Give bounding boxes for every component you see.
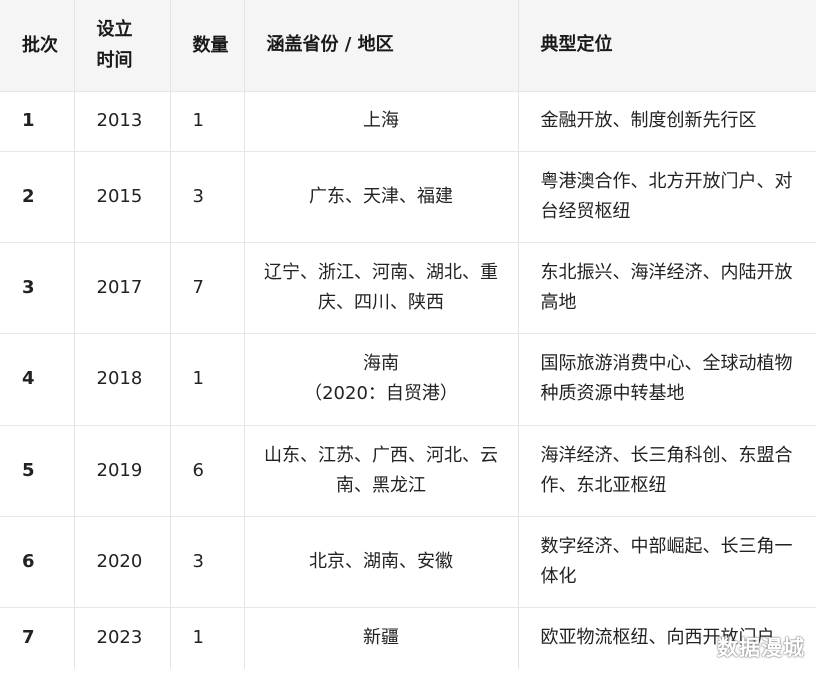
watermark-text: 数据漫城 [717, 636, 805, 660]
cell-count: 1 [170, 607, 245, 669]
cell-positioning: 东北振兴、海洋经济、内陆开放高地 [518, 242, 816, 334]
cell-year: 2013 [74, 91, 171, 152]
cell-provinces: 山东、江苏、广西、河北、云南、黑龙江 [244, 425, 519, 517]
table-row: 7 2023 1 新疆 欧亚物流枢纽、向西开放门户 [0, 607, 816, 669]
cell-year: 2017 [74, 242, 171, 334]
cell-batch: 2 [0, 151, 75, 243]
cell-year: 2015 [74, 151, 171, 243]
cell-count: 1 [170, 333, 245, 426]
table-header-row: 批次 设立时间 数量 涵盖省份 / 地区 典型定位 [0, 0, 816, 92]
cell-positioning: 海洋经济、长三角科创、东盟合作、东北亚枢纽 [518, 425, 816, 517]
cell-count: 1 [170, 91, 245, 152]
header-provinces: 涵盖省份 / 地区 [244, 0, 519, 92]
cell-positioning: 粤港澳合作、北方开放门户、对台经贸枢纽 [518, 151, 816, 243]
cell-year: 2020 [74, 516, 171, 608]
cell-batch: 3 [0, 242, 75, 334]
cell-year: 2019 [74, 425, 171, 517]
header-time: 设立时间 [74, 0, 171, 92]
cell-count: 7 [170, 242, 245, 334]
cell-provinces: 北京、湖南、安徽 [244, 516, 519, 608]
free-trade-zone-table: 批次 设立时间 数量 涵盖省份 / 地区 典型定位 1 2013 1 上海 金融… [0, 0, 816, 669]
header-count: 数量 [170, 0, 245, 92]
cell-provinces: 广东、天津、福建 [244, 151, 519, 243]
cell-provinces: 新疆 [244, 607, 519, 669]
cell-positioning: 金融开放、制度创新先行区 [518, 91, 816, 152]
cell-year: 2023 [74, 607, 171, 669]
header-positioning: 典型定位 [518, 0, 816, 92]
cell-count: 6 [170, 425, 245, 517]
header-batch: 批次 [0, 0, 75, 92]
table-row: 2 2015 3 广东、天津、福建 粤港澳合作、北方开放门户、对台经贸枢纽 [0, 151, 816, 243]
cell-batch: 1 [0, 91, 75, 152]
table-row: 6 2020 3 北京、湖南、安徽 数字经济、中部崛起、长三角一体化 [0, 516, 816, 608]
table-row: 1 2013 1 上海 金融开放、制度创新先行区 [0, 91, 816, 152]
table-row: 3 2017 7 辽宁、浙江、河南、湖北、重庆、四川、陕西 东北振兴、海洋经济、… [0, 242, 816, 334]
cell-provinces: 辽宁、浙江、河南、湖北、重庆、四川、陕西 [244, 242, 519, 334]
cell-positioning: 数字经济、中部崛起、长三角一体化 [518, 516, 816, 608]
cell-positioning: 国际旅游消费中心、全球动植物种质资源中转基地 [518, 333, 816, 426]
province-name: 海南 [363, 353, 399, 374]
cell-provinces: 海南 （2020：自贸港） [244, 333, 519, 426]
cell-count: 3 [170, 151, 245, 243]
cell-batch: 5 [0, 425, 75, 517]
table-row: 4 2018 1 海南 （2020：自贸港） 国际旅游消费中心、全球动植物种质资… [0, 333, 816, 426]
table-row: 5 2019 6 山东、江苏、广西、河北、云南、黑龙江 海洋经济、长三角科创、东… [0, 425, 816, 517]
province-note: （2020：自贸港） [304, 383, 458, 404]
cell-batch: 7 [0, 607, 75, 669]
cell-provinces: 上海 [244, 91, 519, 152]
cell-batch: 6 [0, 516, 75, 608]
cell-year: 2018 [74, 333, 171, 426]
cell-count: 3 [170, 516, 245, 608]
cell-batch: 4 [0, 333, 75, 426]
